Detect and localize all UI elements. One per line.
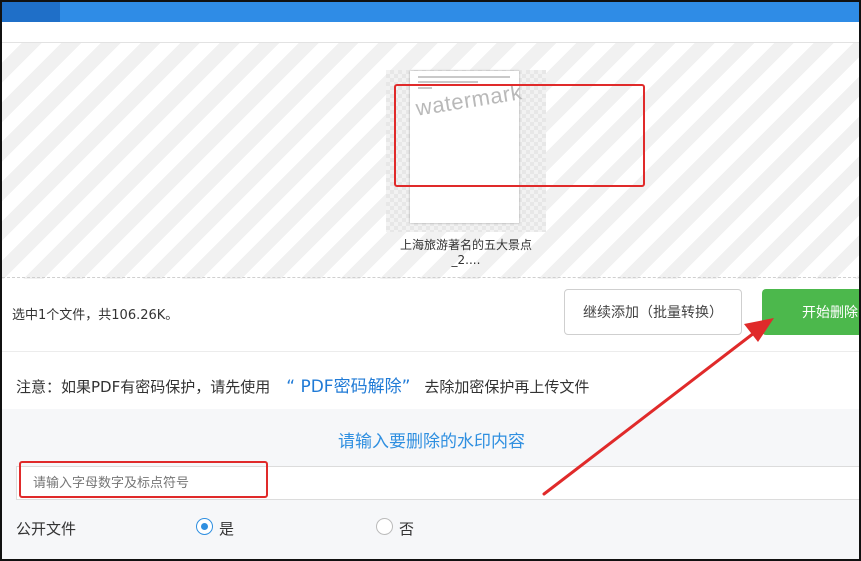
continue-add-button[interactable]: 继续添加（批量转换） [564,289,742,335]
watermark-form-title: 请输入要删除的水印内容 [338,432,525,452]
annotation-highlight-watermark [394,84,645,187]
notice-suffix: 去除加密保护再上传文件 [424,378,590,396]
start-delete-button[interactable]: 开始删除 [762,289,859,335]
drop-zone-divider [2,277,859,278]
public-yes-radio[interactable] [196,518,213,535]
thumbnail-text-line [418,76,510,78]
annotation-highlight-input [19,461,268,498]
public-yes-label[interactable]: 是 [219,518,234,539]
uploaded-file-name: 上海旅游著名的五大景点_2.... [399,238,532,267]
app-window: watermark 上海旅游著名的五大景点_2.... 选中1个文件，共106.… [0,0,861,561]
thumbnail-text-line [418,81,478,83]
top-bar [2,2,859,22]
start-delete-button-label: 开始删除 [802,305,858,321]
public-no-label[interactable]: 否 [399,518,414,539]
notice-text: 注意：如果PDF有密码保护，请先使用 “ PDF密码解除” 去除加密保护再上传文件 [16,372,589,397]
public-file-label: 公开文件 [16,520,77,538]
pdf-password-remove-link[interactable]: “ PDF密码解除” [286,377,410,397]
top-bar-active-tab[interactable] [2,2,60,22]
notice-prefix: 注意：如果PDF有密码保护，请先使用 [16,378,271,396]
selection-info-text: 选中1个文件，共106.26K。 [12,308,179,323]
public-no-radio[interactable] [376,518,393,535]
